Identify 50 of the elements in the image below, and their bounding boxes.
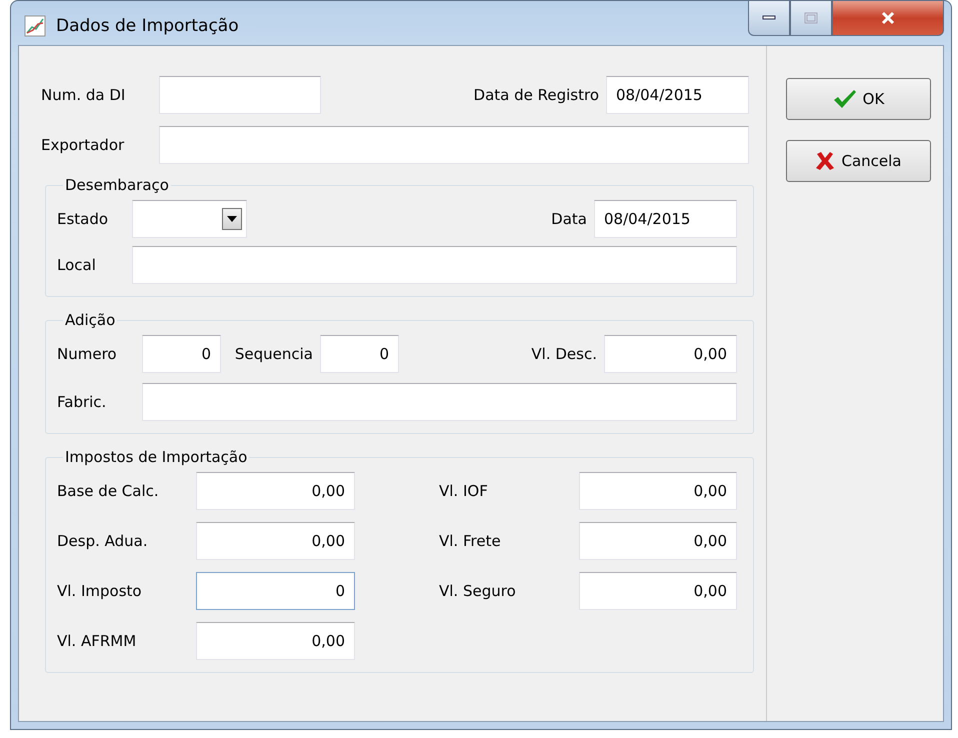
- checkmark-icon: [832, 89, 857, 109]
- caret-icon: [222, 208, 242, 230]
- cancel-button[interactable]: Cancela: [786, 140, 931, 182]
- field-label: Vl. Seguro: [438, 582, 517, 600]
- number-field[interactable]: 0,00: [579, 522, 737, 560]
- text-field[interactable]: 08/04/2015: [606, 76, 749, 114]
- field-label: Numero: [57, 345, 118, 363]
- number-field[interactable]: 0,00: [579, 472, 737, 510]
- field-label: Vl. Desc.: [530, 345, 598, 363]
- group-title: Adição: [64, 311, 116, 329]
- number-field[interactable]: 0,00: [604, 335, 737, 373]
- field-label: Vl. AFRMM: [57, 632, 138, 650]
- field-label: Desp. Adua.: [57, 532, 149, 550]
- cross-icon: [815, 151, 836, 171]
- field-label: Vl. IOF: [438, 482, 489, 500]
- minimize-button[interactable]: [748, 0, 790, 36]
- field-label: Exportador: [41, 136, 126, 154]
- ok-button[interactable]: OK: [786, 78, 931, 120]
- text-field[interactable]: [159, 76, 321, 114]
- group-title: Impostos de Importação: [64, 448, 248, 466]
- number-field[interactable]: 0: [196, 572, 355, 610]
- field-label: Fabric.: [57, 393, 108, 411]
- field-label: Base de Calc.: [57, 482, 160, 500]
- number-field[interactable]: 0: [320, 335, 399, 373]
- text-field[interactable]: [132, 246, 737, 284]
- chart-icon: [24, 15, 46, 37]
- group-title: Desembaraço: [64, 176, 170, 194]
- maximize-icon: [804, 12, 818, 24]
- window-title: Dados de Importação: [56, 16, 239, 36]
- close-button[interactable]: [832, 0, 944, 36]
- number-field[interactable]: 0: [142, 335, 221, 373]
- field-label: Vl. Frete: [438, 532, 502, 550]
- number-field[interactable]: 0,00: [196, 622, 355, 660]
- dropdown[interactable]: [132, 200, 247, 238]
- text-field[interactable]: [159, 126, 749, 164]
- minimize-icon: [762, 15, 776, 21]
- field-label: Data de Registro: [472, 86, 600, 104]
- field-label: Vl. Imposto: [57, 582, 143, 600]
- maximize-button[interactable]: [790, 0, 832, 36]
- field-label: Data: [550, 210, 588, 228]
- field-label: Sequencia: [234, 345, 314, 363]
- text-field[interactable]: [142, 383, 737, 421]
- close-icon: [880, 11, 896, 25]
- number-field[interactable]: 0,00: [196, 522, 355, 560]
- number-field[interactable]: 0,00: [579, 572, 737, 610]
- field-label: Num. da DI: [41, 86, 126, 104]
- text-field[interactable]: 08/04/2015: [594, 200, 737, 238]
- field-label: Local: [57, 256, 97, 274]
- number-field[interactable]: 0,00: [196, 472, 355, 510]
- field-label: Estado: [57, 210, 110, 228]
